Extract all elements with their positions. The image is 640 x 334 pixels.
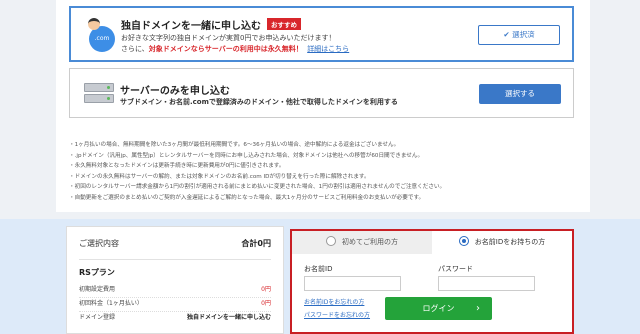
server-icon — [84, 83, 114, 103]
row-label: 初回料金（1ヶ月払い） — [79, 300, 143, 307]
option-domain-plus-server[interactable]: .com 独自ドメインを一緒に申し込む おすすめ お好きな文字列の独自ドメインが実… — [69, 6, 574, 62]
password-label: パスワード — [438, 265, 473, 273]
note-item: ・自動更新をご選択のまとめ払いのご契約が入金遅延によるご解約となった場合、最大1… — [69, 194, 425, 201]
note-item: ・永久無料対象となったドメインは更新手続き時に更新費用が0円に値引きされます。 — [69, 163, 285, 169]
summary-row: 初回料金（1ヶ月払い） 0円 — [79, 298, 271, 312]
note-item: ・1ヶ月払いの場合、無料期間を除いた3ヶ月間が最低利用期間です。6～36ヶ月払い… — [69, 142, 400, 148]
option-server-only[interactable]: サーバーのみを申し込む サブドメイン・お名前.comで登録済みのドメイン・他社で… — [69, 68, 574, 118]
row-value: 0円 — [261, 300, 271, 307]
tab-first-time[interactable]: 初めてご利用の方 — [292, 231, 432, 254]
tab-existing-member[interactable]: お名前IDをお持ちの方 — [432, 231, 572, 254]
radio-icon — [326, 236, 336, 246]
row-label: 初期設定費用 — [79, 286, 116, 293]
radio-selected-icon — [458, 236, 469, 246]
row-value: 独自ドメインを一緒に申し込む — [186, 314, 271, 321]
note-item: ・ドメインの永久無料はサーバーの解約、または対象ドメインのお名前.com IDが… — [69, 173, 370, 180]
login-button-label: ログイン — [422, 304, 455, 313]
selected-button[interactable]: ✔ 選択済 — [478, 25, 560, 45]
password-input[interactable] — [438, 276, 535, 291]
selected-button-label: 選択済 — [512, 30, 535, 39]
desc-highlight: 対象ドメインならサーバーの利用中は永久無料！ — [148, 45, 303, 53]
user-type-tabs: 初めてご利用の方 お名前IDをお持ちの方 — [292, 231, 572, 254]
recommended-badge: おすすめ — [267, 18, 301, 30]
option-description: サブドメイン・お名前.comで登録済みのドメイン・他社で取得したドメインを利用す… — [120, 98, 398, 106]
option-description-2: さらに、対象ドメインならサーバーの利用中は永久無料！ 詳細はこちら — [121, 44, 349, 54]
option-title-text: 独自ドメインを一緒に申し込む — [121, 21, 261, 32]
divider — [79, 259, 271, 260]
summary-row: ドメイン登録 独自ドメインを一緒に申し込む — [79, 312, 271, 326]
row-value: 0円 — [261, 286, 271, 293]
summary-header: ご選択内容 — [79, 239, 119, 248]
chevron-right-icon: › — [476, 303, 480, 314]
plan-name: RSプラン — [79, 268, 115, 277]
person-icon — [88, 18, 100, 30]
forgot-id-link[interactable]: お名前IDをお忘れの方 — [304, 297, 364, 306]
domain-globe-icon: .com — [85, 18, 119, 52]
details-link[interactable]: 詳細はこちら — [307, 45, 349, 53]
notes-list: ・1ヶ月払いの場合、無料期間を除いた3ヶ月間が最低利用期間です。6～36ヶ月払い… — [69, 140, 574, 203]
summary-total: 合計0円 — [241, 239, 271, 248]
row-label: ドメイン登録 — [79, 314, 116, 321]
select-button[interactable]: 選択する — [479, 84, 561, 104]
order-summary: ご選択内容 合計0円 RSプラン 初期設定費用 0円 初回料金（1ヶ月払い） 0円 … — [66, 226, 284, 334]
id-label: お名前ID — [304, 265, 333, 273]
forgot-password-link[interactable]: パスワードをお忘れの方 — [304, 310, 370, 319]
note-item: ・初回のレンタルサーバー請求金額から1円の割引が適用される前にまとめ払いに変更さ… — [69, 184, 446, 190]
note-item: ・.jpドメイン（汎用jp、属性型jp）とレンタルサーバーを同時にお申し込みされ… — [69, 152, 424, 159]
login-button[interactable]: ログイン › — [385, 297, 492, 320]
tab-label: 初めてご利用の方 — [342, 238, 398, 246]
check-icon: ✔ — [503, 30, 513, 39]
desc-prefix: さらに、 — [121, 45, 149, 53]
option-description: お好きな文字列の独自ドメインが実質0円でお申込みいただけます！ — [121, 34, 336, 42]
tab-label: お名前IDをお持ちの方 — [474, 238, 546, 246]
option-title: サーバーのみを申し込む — [120, 86, 230, 97]
id-input[interactable] — [304, 276, 401, 291]
summary-row: 初期設定費用 0円 — [79, 284, 271, 298]
login-box: 初めてご利用の方 お名前IDをお持ちの方 お名前ID パスワード お名前IDをお… — [290, 229, 574, 334]
option-title: 独自ドメインを一緒に申し込む おすすめ — [121, 17, 301, 32]
